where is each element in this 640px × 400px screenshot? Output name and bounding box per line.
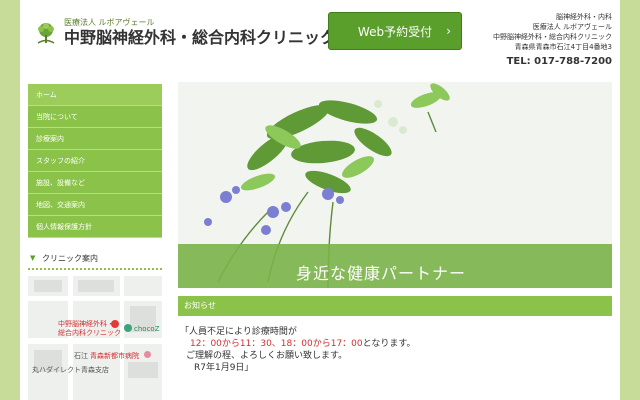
sidebar-item-services[interactable]: 診療案内 bbox=[28, 128, 162, 150]
map-label-hospital: 青森新都市病院 bbox=[90, 352, 139, 360]
phone-number[interactable]: TEL: 017-788-7200 bbox=[507, 56, 612, 67]
sidebar-item-privacy[interactable]: 個人情報保護方針 bbox=[28, 216, 162, 238]
map-label-ishie: 石江 bbox=[74, 352, 88, 360]
address-line: 医療法人 ルボアヴェール bbox=[532, 23, 612, 31]
clinic-map[interactable]: 中野脳神経外科・ 総合内科クリニック chocoZ 石江 青森新都市病院 丸ハダ… bbox=[28, 276, 162, 400]
hero-banner: 身近な健康パートナー bbox=[178, 82, 612, 288]
address-line: 脳神経外科・内科 bbox=[556, 13, 612, 21]
map-road bbox=[28, 296, 162, 301]
sidebar-item-home[interactable]: ホーム bbox=[28, 84, 162, 106]
sidebar-nav: ホーム 当院について 診療案内 スタッフの紹介 施設、設備など 地図、交通案内 … bbox=[28, 84, 162, 238]
address-line: 中野脳神経外科・総合内科クリニック bbox=[493, 33, 612, 41]
news-heading-bar: お知らせ bbox=[178, 296, 612, 316]
news-line-tail: となります。 bbox=[362, 339, 416, 349]
leaf-logo-icon bbox=[37, 23, 55, 44]
news-date: R7年1月9日」 bbox=[194, 363, 254, 373]
map-label-clinic: 中野脳神経外科・ bbox=[58, 320, 114, 328]
web-reservation-label: Web予約受付 bbox=[357, 24, 433, 39]
clinic-address: 脳神経外科・内科 医療法人 ルボアヴェール 中野脳神経外科・総合内科クリニック … bbox=[493, 12, 612, 52]
map-block bbox=[34, 280, 62, 292]
triangle-down-icon: ▼ bbox=[30, 254, 36, 262]
news-notice: 「人員不足により診療時間が 12：00から11：30、18：00から17：00と… bbox=[180, 326, 610, 374]
map-road bbox=[68, 276, 73, 400]
sidebar-item-facilities[interactable]: 施設、設備など bbox=[28, 172, 162, 194]
clinic-info-label: クリニック案内 bbox=[42, 254, 98, 263]
news-hours-change: 12：00から11：30、18：00から17：00 bbox=[190, 339, 363, 349]
map-label-clinic: 総合内科クリニック bbox=[58, 329, 121, 337]
map-pin-icon bbox=[144, 351, 151, 358]
map-block bbox=[78, 280, 114, 292]
map-road bbox=[120, 276, 124, 400]
clinic-logo[interactable]: 医療法人 ルボアヴェール 中野脳神経外科・総合内科クリニック bbox=[34, 16, 336, 50]
map-road bbox=[28, 338, 162, 344]
page: 医療法人 ルボアヴェール 中野脳神経外科・総合内科クリニック Web予約受付 ›… bbox=[20, 0, 620, 400]
sidebar-item-staff[interactable]: スタッフの紹介 bbox=[28, 150, 162, 172]
clinic-info-heading: ▼ クリニック案内 bbox=[28, 250, 162, 270]
news-line: ご理解の程、よろしくお願い致します。 bbox=[186, 351, 348, 361]
news-line: 12：00から11：30、18：00から17：00となります。 bbox=[180, 338, 610, 350]
news-line: 「人員不足により診療時間が bbox=[180, 327, 297, 337]
map-block bbox=[128, 362, 158, 378]
logo-subtitle: 医療法人 ルボアヴェール bbox=[64, 18, 155, 27]
sidebar-item-about[interactable]: 当院について bbox=[28, 106, 162, 128]
map-pin-icon bbox=[124, 324, 132, 332]
map-label-store: 丸ハダイレクト青森支店 bbox=[32, 366, 109, 374]
map-pin-icon bbox=[111, 320, 119, 328]
chevron-right-icon: › bbox=[446, 24, 451, 38]
address-line: 青森県青森市石江4丁目4番地3 bbox=[514, 43, 612, 51]
map-label-choco: chocoZ bbox=[134, 325, 160, 333]
sidebar-item-access[interactable]: 地図、交通案内 bbox=[28, 194, 162, 216]
hero-tagline-band: 身近な健康パートナー bbox=[178, 244, 612, 288]
logo-title: 中野脳神経外科・総合内科クリニック bbox=[64, 28, 337, 47]
hero-tagline: 身近な健康パートナー bbox=[296, 264, 467, 283]
news-heading: お知らせ bbox=[184, 301, 216, 310]
web-reservation-button[interactable]: Web予約受付 › bbox=[328, 12, 462, 50]
